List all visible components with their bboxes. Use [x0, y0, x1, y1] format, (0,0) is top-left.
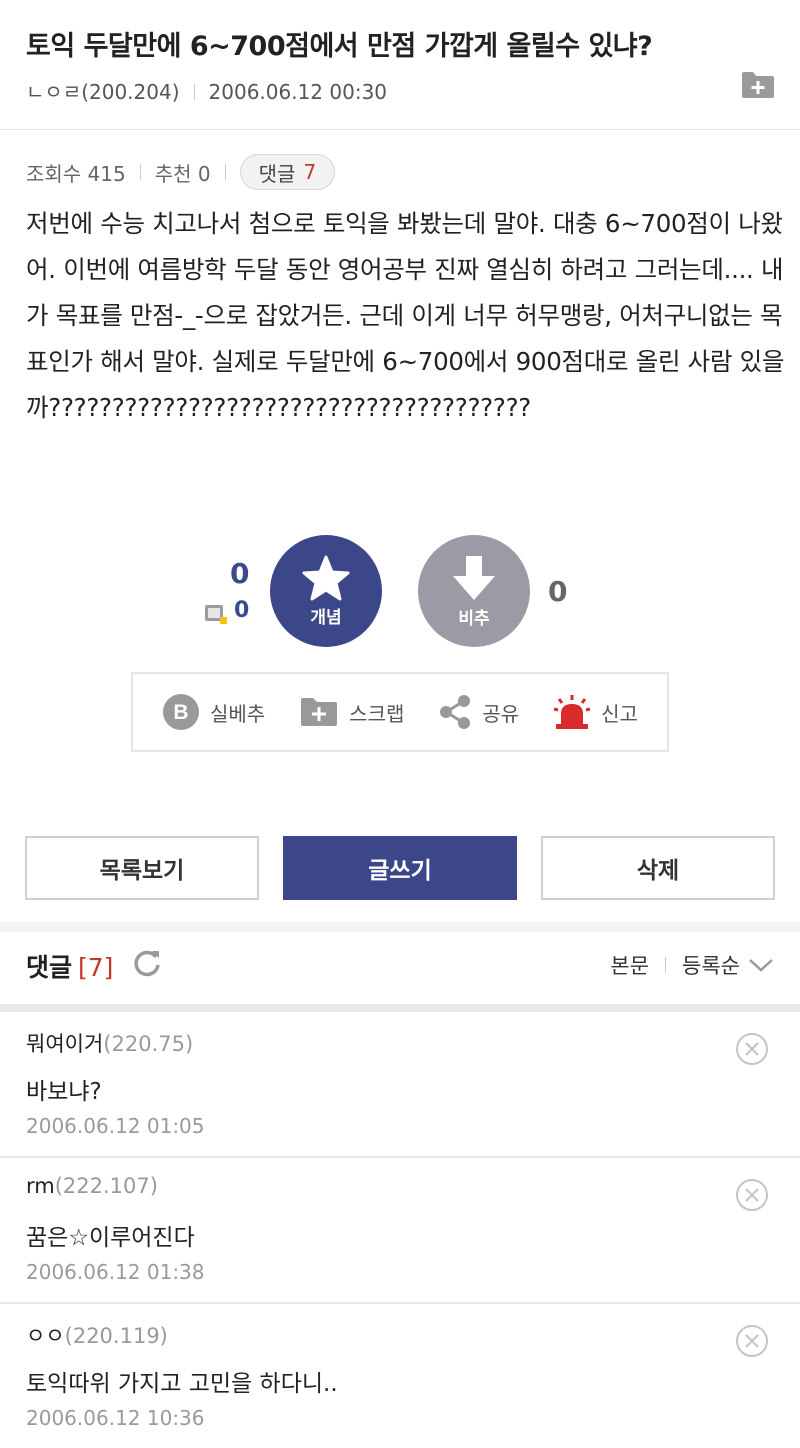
- comment-title-label: 댓글: [26, 953, 73, 982]
- delete-button[interactable]: 삭제: [541, 836, 775, 900]
- refresh-icon[interactable]: [132, 948, 162, 978]
- comment-date: 2006.06.12 01:38: [26, 1260, 205, 1284]
- comment-count-pill[interactable]: 댓글 7: [239, 154, 336, 190]
- folder-add-icon[interactable]: [740, 70, 776, 100]
- comment-nickname: rm: [26, 1174, 55, 1198]
- chevron-down-icon[interactable]: [746, 955, 776, 975]
- downvote-label: 비추: [458, 608, 490, 629]
- upvote-label: 개념: [310, 607, 342, 628]
- sort-order-select[interactable]: 등록순: [682, 950, 740, 980]
- share-label: 공유: [482, 701, 520, 726]
- comment-text: 바보냐?: [26, 1079, 102, 1105]
- comment-ip: (220.119): [64, 1324, 168, 1348]
- upvote-count: 0: [230, 557, 250, 590]
- comment-header: 댓글 [7] 본문 등록순: [0, 932, 800, 1004]
- recommend-count: 추천 0: [154, 161, 211, 186]
- post-stats: 조회수 415 추천 0 댓글 7: [26, 154, 336, 190]
- post-datetime: 2006.06.12 00:30: [208, 80, 388, 104]
- star-icon: [302, 555, 350, 600]
- upvote-fixed-count: 0: [234, 598, 250, 623]
- comment-pill-label: 댓글: [258, 161, 296, 186]
- post-author[interactable]: ㄴㅇㄹ(200.204): [26, 80, 180, 104]
- best-recommend-button[interactable]: B 실베추: [162, 693, 265, 731]
- delete-comment-icon[interactable]: [735, 1032, 769, 1066]
- post-action-bar: B 실베추 스크랩 공유 신고: [131, 672, 669, 752]
- downvote-button[interactable]: 비추: [418, 535, 530, 647]
- report-label: 신고: [601, 701, 638, 726]
- list-button[interactable]: 목록보기: [25, 836, 259, 900]
- comment-ip: (220.75): [103, 1032, 194, 1056]
- comment-text: 토익따위 가지고 고민을 하다니..: [26, 1371, 338, 1397]
- sort-body-link[interactable]: 본문: [610, 950, 649, 980]
- share-icon: [440, 695, 471, 729]
- siren-icon: [553, 695, 591, 729]
- b-circle-icon: B: [162, 694, 199, 730]
- best-recommend-label: 실베추: [209, 701, 266, 726]
- scrap-label: 스크랩: [349, 701, 405, 726]
- comment-item: ㅇㅇ(220.119) 토익따위 가지고 고민을 하다니.. 2006.06.1…: [0, 1304, 800, 1448]
- comment-total-count: [7]: [78, 953, 114, 982]
- section-divider: [0, 922, 800, 932]
- downvote-count: 0: [548, 575, 568, 608]
- upvote-button[interactable]: 개념: [270, 535, 382, 647]
- post-meta: ㄴㅇㄹ(200.204) 2006.06.12 00:30: [26, 76, 387, 105]
- comment-ip: (222.107): [54, 1174, 158, 1198]
- comment-author[interactable]: rm(222.107): [26, 1174, 158, 1198]
- stats-divider: [224, 164, 226, 180]
- comment-sort: 본문 등록순: [610, 950, 776, 980]
- comment-item: rm(222.107) 꿈은☆이루어진다 2006.06.12 01:38: [0, 1158, 800, 1304]
- post-body: 저번에 수능 치고나서 첨으로 토익을 봐봤는데 말야. 대충 6~700점이 …: [26, 209, 785, 422]
- delete-comment-icon[interactable]: [735, 1178, 769, 1212]
- stats-divider: [139, 164, 141, 180]
- comment-header-divider: [0, 1004, 800, 1012]
- sort-divider: [665, 957, 667, 973]
- arrow-down-icon: [453, 555, 495, 600]
- comment-nickname: 뭐여이거: [26, 1032, 104, 1056]
- delete-comment-icon[interactable]: [735, 1324, 769, 1358]
- comment-author[interactable]: 뭐여이거(220.75): [26, 1028, 193, 1058]
- comment-item: 뭐여이거(220.75) 바보냐? 2006.06.12 01:05: [0, 1012, 800, 1158]
- comment-section-title: 댓글 [7]: [26, 948, 113, 984]
- meta-divider: [193, 84, 195, 100]
- comment-nickname: ㅇㅇ: [26, 1324, 65, 1348]
- comment-pill-count: 7: [303, 160, 317, 184]
- view-count: 조회수 415: [26, 161, 126, 186]
- write-button[interactable]: 글쓰기: [283, 836, 517, 900]
- report-button[interactable]: 신고: [553, 694, 638, 730]
- comment-author[interactable]: ㅇㅇ(220.119): [26, 1320, 168, 1350]
- scrap-button[interactable]: 스크랩: [299, 696, 404, 728]
- comment-date: 2006.06.12 10:36: [26, 1406, 205, 1430]
- vote-area: 0 0 개념 비추 0: [0, 535, 800, 650]
- post-header: 토익 두달만에 6~700점에서 만점 가깝게 올릴수 있냐? ㄴㅇㄹ(200.…: [0, 0, 800, 130]
- svg-text:B: B: [173, 701, 188, 724]
- post-button-row: 목록보기 글쓰기 삭제: [25, 836, 775, 900]
- share-button[interactable]: 공유: [438, 694, 519, 730]
- post-title: 토익 두달만에 6~700점에서 만점 가깝게 올릴수 있냐?: [26, 31, 653, 62]
- comment-date: 2006.06.12 01:05: [26, 1114, 205, 1138]
- comment-text: 꿈은☆이루어진다: [26, 1225, 195, 1251]
- folder-add-icon: [301, 698, 338, 726]
- fixed-nick-icon: [205, 605, 227, 624]
